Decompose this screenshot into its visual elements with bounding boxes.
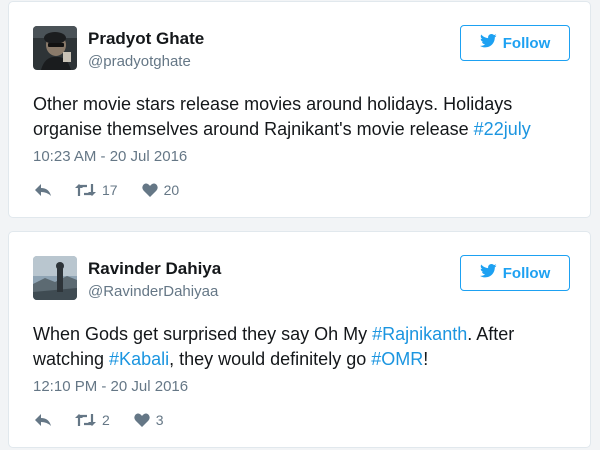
author-name[interactable]: Ravinder Dahiya <box>88 259 221 279</box>
like-button[interactable]: 3 <box>134 412 164 428</box>
tweet-text-line: watching #Kabali, they would definitely … <box>33 347 573 372</box>
tweet-text-segment: , they would definitely go <box>169 349 372 369</box>
follow-button[interactable]: Follow <box>460 255 570 291</box>
follow-button[interactable]: Follow <box>460 25 570 61</box>
reply-button[interactable] <box>34 183 52 197</box>
heart-icon <box>134 413 150 427</box>
like-count: 3 <box>155 412 164 428</box>
tweet-actions: 17 20 <box>34 179 179 201</box>
tweet-text-segment: ! <box>423 349 429 369</box>
timestamp-link[interactable]: 10:23 AM - 20 Jul 2016 <box>33 148 187 165</box>
retweet-count: 2 <box>102 412 110 428</box>
reply-icon <box>34 413 52 427</box>
tweet-text-line: When Gods get surprised they say Oh My #… <box>33 322 573 347</box>
like-count: 20 <box>163 182 180 198</box>
tweet-text-line: organise themselves around Rajnikant's m… <box>33 117 573 142</box>
tweet-text: When Gods get surprised they say Oh My #… <box>33 322 573 372</box>
tweet-text-segment: When Gods get surprised they say Oh My <box>33 324 373 344</box>
follow-label: Follow <box>502 34 551 52</box>
retweet-button[interactable]: 17 <box>75 182 118 198</box>
author-handle[interactable]: @pradyotghate <box>88 53 191 70</box>
hashtag-link[interactable]: #OMR <box>371 349 423 369</box>
heart-icon <box>141 183 158 197</box>
hashtag-link[interactable]: #22july <box>474 119 531 139</box>
tweet-text-segment: . After <box>467 324 515 344</box>
avatar[interactable] <box>33 26 77 70</box>
tweet-card: Ravinder Dahiya @RavinderDahiyaa Follow … <box>8 231 591 448</box>
retweet-button[interactable]: 2 <box>75 412 110 428</box>
tweet-card: Pradyot Ghate @pradyotghate Follow Other… <box>8 1 591 218</box>
follow-label: Follow <box>502 264 551 282</box>
tweet-text: Other movie stars release movies around … <box>33 92 573 142</box>
tweet-text-segment: organise themselves around Rajnikant's m… <box>33 119 474 139</box>
timestamp-link[interactable]: 12:10 PM - 20 Jul 2016 <box>33 378 188 395</box>
hashtag-link[interactable]: #Rajnikanth <box>372 324 467 344</box>
twitter-bird-icon <box>479 34 497 52</box>
author-name[interactable]: Pradyot Ghate <box>88 29 204 49</box>
like-button[interactable]: 20 <box>141 182 180 198</box>
retweet-icon <box>75 183 96 197</box>
tweet-actions: 2 3 <box>34 409 164 431</box>
retweet-count: 17 <box>102 182 118 198</box>
retweet-icon <box>75 413 96 427</box>
author-handle[interactable]: @RavinderDahiyaa <box>88 283 218 300</box>
tweet-text-segment: watching <box>33 349 110 369</box>
tweet-text-segment: Other movie stars release movies around … <box>33 94 513 114</box>
reply-button[interactable] <box>34 413 52 427</box>
reply-icon <box>34 183 52 197</box>
avatar[interactable] <box>33 256 77 300</box>
tweet-text-line: Other movie stars release movies around … <box>33 92 573 117</box>
hashtag-link[interactable]: #Kabali <box>109 349 169 369</box>
twitter-bird-icon <box>479 264 497 282</box>
